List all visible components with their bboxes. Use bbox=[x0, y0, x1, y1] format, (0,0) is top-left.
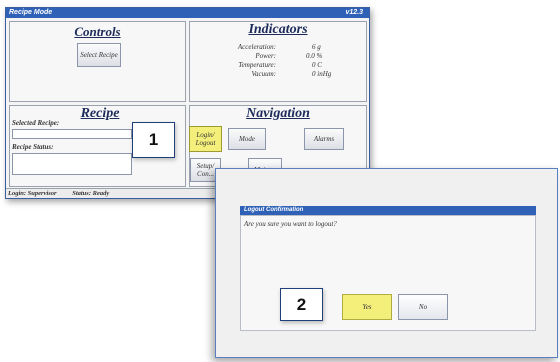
indicator-label: Acceleration: bbox=[237, 43, 276, 51]
no-button[interactable]: No bbox=[398, 294, 448, 320]
mode-button[interactable]: Mode bbox=[228, 128, 266, 150]
yes-button[interactable]: Yes bbox=[342, 294, 392, 320]
step-1-marker: 1 bbox=[132, 122, 175, 158]
login-logout-button[interactable]: Login/ Logout bbox=[189, 126, 222, 152]
system-status: Status: Ready bbox=[72, 190, 110, 197]
recipe-status-field bbox=[12, 153, 132, 175]
navigation-header: Navigation bbox=[246, 106, 310, 121]
recipe-status-label: Recipe Status: bbox=[12, 143, 54, 151]
indicator-value: 0 inHg bbox=[312, 70, 332, 78]
logout-dialog-frame: Logout Confirmation Are you sure you wan… bbox=[215, 168, 558, 358]
controls-header: Controls bbox=[74, 24, 121, 39]
indicators-header: Indicators bbox=[248, 22, 308, 37]
indicators-panel: Indicators Acceleration: 6 g Power: 0.0 … bbox=[189, 21, 367, 102]
login-status: Login: Supervisor bbox=[8, 190, 57, 197]
controls-panel: Controls Select Recipe bbox=[9, 21, 186, 102]
version-label: v12.3 bbox=[345, 9, 363, 16]
dialog-message: Are you sure you want to logout? bbox=[244, 220, 337, 228]
indicator-label: Power: bbox=[255, 52, 276, 60]
indicator-value: 6 g bbox=[312, 43, 321, 51]
step-2-marker: 2 bbox=[280, 288, 323, 321]
selected-recipe-field bbox=[12, 129, 132, 139]
dialog-titlebar: Logout Confirmation bbox=[240, 206, 536, 215]
selected-recipe-label: Selected Recipe: bbox=[12, 119, 60, 127]
indicator-label: Temperature: bbox=[238, 61, 276, 69]
indicator-label: Vacuum: bbox=[251, 70, 277, 78]
window-titlebar: Recipe Mode v12.3 bbox=[6, 8, 369, 18]
indicator-value: 0 C bbox=[312, 61, 322, 69]
indicator-value: 0.0 % bbox=[306, 52, 323, 60]
select-recipe-button[interactable]: Select Recipe bbox=[77, 43, 121, 67]
alarms-button[interactable]: Alarms bbox=[304, 128, 344, 150]
window-title: Recipe Mode bbox=[9, 9, 53, 16]
